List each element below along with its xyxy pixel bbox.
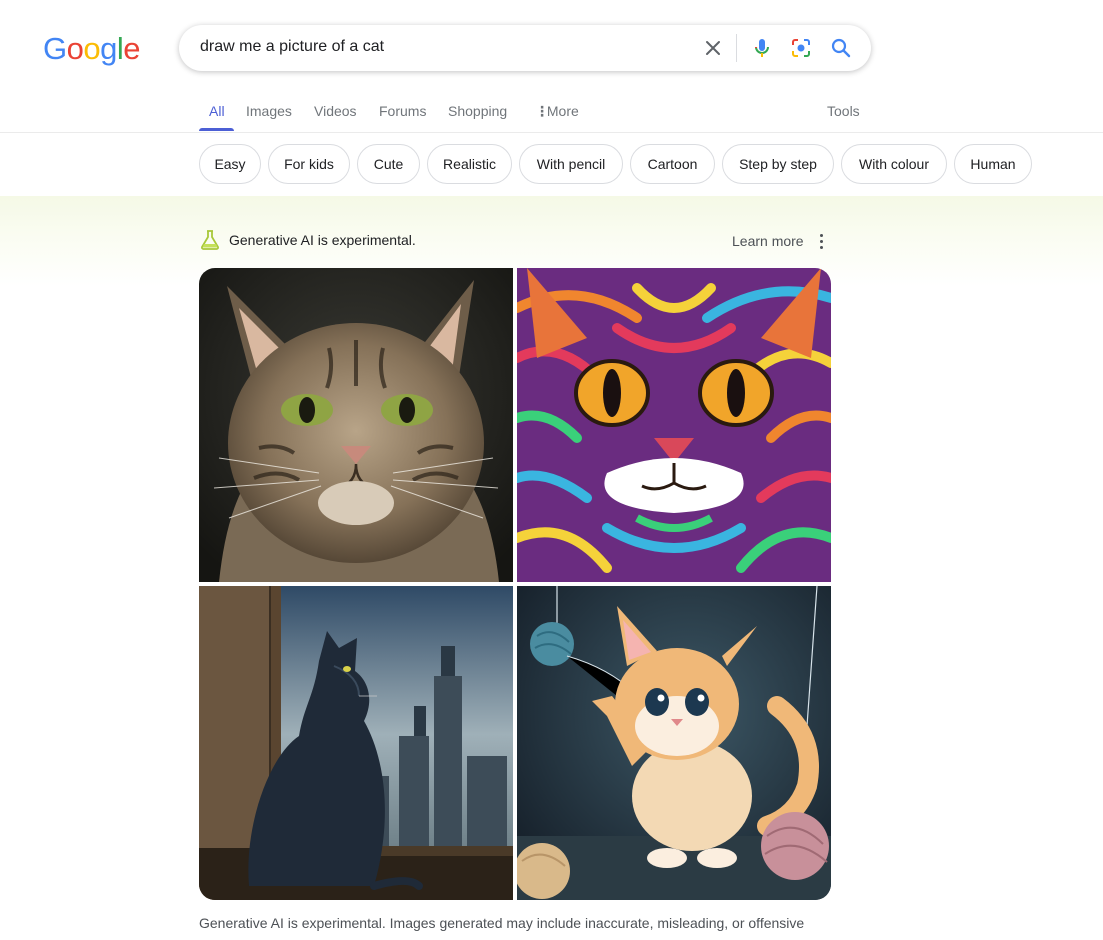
search-input[interactable]: draw me a picture of a cat xyxy=(200,38,384,56)
ai-experimental-title: Generative AI is experimental. xyxy=(229,232,416,248)
logo-letter-o1: o xyxy=(66,31,84,66)
search-tabs: All Images Videos Forums Shopping ⋮ More… xyxy=(199,92,1103,132)
ai-image-tabby-cat[interactable] xyxy=(199,268,513,582)
search-icon[interactable] xyxy=(829,36,853,60)
tab-more-label: More xyxy=(546,103,579,119)
chip-cute[interactable]: Cute xyxy=(357,144,420,184)
chip-easy[interactable]: Easy xyxy=(199,144,261,184)
ai-image-kitten-yarn[interactable] xyxy=(517,586,831,900)
chip-for-kids[interactable]: For kids xyxy=(268,144,350,184)
chip-cartoon[interactable]: Cartoon xyxy=(630,144,715,184)
microphone-icon[interactable] xyxy=(750,36,774,60)
logo-letter-g: G xyxy=(43,31,67,66)
tab-active-indicator xyxy=(199,128,234,131)
chip-step-by-step[interactable]: Step by step xyxy=(722,144,834,184)
logo-letter-e: e xyxy=(123,31,141,66)
ai-image-grid xyxy=(199,268,831,900)
tab-videos[interactable]: Videos xyxy=(314,103,357,119)
lens-icon[interactable] xyxy=(789,36,813,60)
learn-more-link[interactable]: Learn more xyxy=(732,233,804,249)
ai-disclaimer-text: Generative AI is experimental. Images ge… xyxy=(199,915,805,931)
colorful-cat-illustration xyxy=(517,268,831,582)
tab-shopping[interactable]: Shopping xyxy=(448,103,507,119)
tabs-divider xyxy=(0,132,1103,133)
tab-forums[interactable]: Forums xyxy=(379,103,426,119)
logo-letter-g2: g xyxy=(100,31,117,66)
kitten-yarn-illustration xyxy=(517,586,831,900)
search-box[interactable]: draw me a picture of a cat xyxy=(179,25,871,71)
search-divider xyxy=(736,34,737,62)
chip-with-pencil[interactable]: With pencil xyxy=(519,144,623,184)
tab-images[interactable]: Images xyxy=(246,103,292,119)
ai-image-black-cat-window[interactable] xyxy=(199,586,513,900)
more-vertical-icon: ⋮ xyxy=(535,103,549,119)
tools-button[interactable]: Tools xyxy=(827,103,860,119)
tab-all[interactable]: All xyxy=(209,103,225,119)
ai-header: Generative AI is experimental. Learn mor… xyxy=(199,228,831,252)
more-options-icon[interactable] xyxy=(815,231,827,251)
chip-realistic[interactable]: Realistic xyxy=(427,144,512,184)
tab-more[interactable]: ⋮ More xyxy=(535,103,579,120)
chip-with-colour[interactable]: With colour xyxy=(841,144,947,184)
chip-human[interactable]: Human xyxy=(954,144,1032,184)
ai-image-colorful-cat[interactable] xyxy=(517,268,831,582)
logo-letter-o2: o xyxy=(83,31,101,66)
tabby-cat-illustration xyxy=(199,268,513,582)
google-search-results-page: Google draw me a picture of a cat All Im… xyxy=(0,0,1103,940)
flask-icon xyxy=(201,230,219,250)
black-cat-window-illustration xyxy=(199,586,513,900)
google-logo[interactable]: Google xyxy=(43,31,141,67)
close-icon[interactable] xyxy=(701,36,725,60)
